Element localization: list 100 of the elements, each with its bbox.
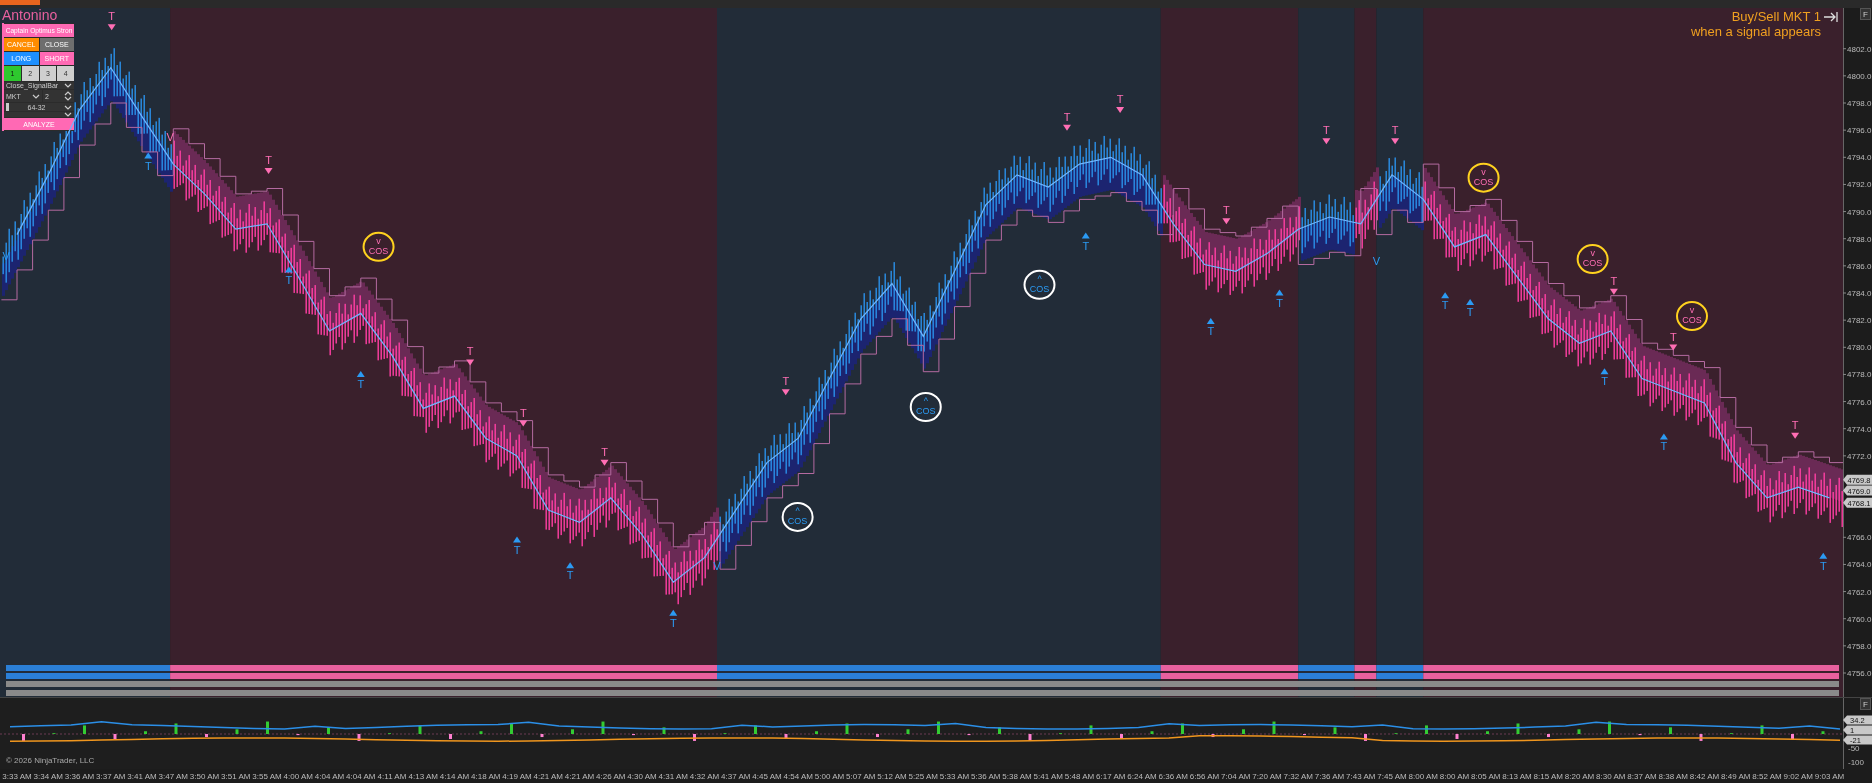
down-triangle-icon	[1116, 107, 1125, 113]
time-label: 7:04 AM	[1221, 772, 1251, 781]
signal-label: T	[265, 154, 272, 167]
time-label: 5:00 AM	[814, 772, 845, 781]
time-label: 8:05 AM	[1471, 772, 1501, 781]
time-label: 7:20 AM	[1252, 772, 1282, 781]
signal-label: T	[1660, 440, 1668, 453]
time-label: 5:36 AM	[971, 772, 1001, 781]
time-label: 8:13 AM	[1502, 772, 1532, 781]
up-triangle-icon	[1275, 289, 1284, 296]
callout-label: COS	[1682, 315, 1702, 326]
time-label: 8:30 AM	[1596, 772, 1626, 781]
hint-line: when a signal appears	[1690, 24, 1821, 39]
axis-label: 4778.0	[1847, 370, 1872, 380]
chevron-down-icon	[32, 93, 40, 99]
time-label: 5:38 AM	[1002, 772, 1032, 781]
axis-label: 4788.0	[1847, 234, 1872, 244]
time-label: 4:21 AM	[533, 772, 563, 781]
up-triangle-icon	[669, 609, 678, 616]
caret-label: ^	[923, 396, 928, 406]
signal-label: V	[1372, 254, 1381, 267]
time-label: 5:33 AM	[939, 772, 970, 781]
up-triangle-icon	[1441, 292, 1450, 299]
caret-label: v	[376, 235, 381, 246]
down-triangle-icon	[1063, 124, 1071, 131]
up-triangle-icon	[356, 371, 365, 377]
down-triangle-icon	[781, 389, 790, 396]
panel-button[interactable]: F	[1860, 8, 1871, 20]
signal-label: V	[2, 250, 10, 263]
time-label: 3:41 AM	[127, 772, 157, 781]
up-triangle-icon	[566, 562, 575, 569]
signal-label: T	[1669, 330, 1677, 343]
up-triangle-icon	[513, 536, 521, 543]
axis-label: 4766.0	[1847, 533, 1872, 543]
axis-label: 4800.0	[1847, 71, 1872, 81]
axis-label: 4756.0	[1847, 669, 1872, 678]
time-label: 3:37 AM	[96, 772, 126, 781]
time-label: 8:15 AM	[1533, 772, 1563, 781]
callout-label: COS	[368, 245, 389, 256]
axis-label: 4786.0	[1847, 261, 1872, 271]
time-label: 8:42 AM	[1689, 772, 1720, 781]
down-triangle-icon	[1222, 218, 1231, 225]
time-label: 3:34 AM	[33, 772, 63, 781]
signal-label: T	[1610, 274, 1618, 287]
axis-label: 4798.0	[1847, 99, 1872, 108]
time-label: 3:47 AM	[158, 772, 188, 781]
time-label: 7:36 AM	[1314, 772, 1345, 781]
signal-label: T	[1391, 124, 1399, 137]
time-label: 8:00 AM	[1439, 772, 1470, 781]
signal-label: T	[1466, 306, 1474, 319]
down-triangle-icon	[1791, 432, 1800, 439]
signal-label: T	[1601, 375, 1608, 388]
down-triangle-icon	[600, 459, 609, 466]
down-triangle-icon	[466, 359, 475, 366]
signal-label: T	[466, 345, 474, 358]
time-label: 6:36 AM	[1158, 772, 1188, 781]
time-label: 3:33 AM	[2, 772, 32, 781]
signal-label: T	[1441, 299, 1449, 312]
empty-dropdown[interactable]	[4, 112, 74, 117]
time-label: 4:26 AM	[596, 772, 626, 781]
time-label: 7:32 AM	[1283, 772, 1313, 781]
down-triangle-icon	[1669, 344, 1678, 351]
axis-label: 4758.0	[1847, 641, 1872, 651]
time-label: 9:03 AM	[1814, 772, 1845, 781]
axis-label: 4796.0	[1847, 126, 1872, 136]
axis-label: 4760.0	[1847, 614, 1872, 624]
time-label: 5:41 AM	[1033, 772, 1063, 781]
axis-label: 4782.0	[1847, 316, 1872, 326]
panel-button[interactable]: F	[1860, 698, 1871, 710]
time-label: 4:30 AM	[627, 772, 657, 781]
down-triangle-icon	[107, 24, 116, 31]
time-label: 8:00 AM	[1408, 772, 1438, 781]
up-triangle-icon	[1600, 368, 1609, 375]
time-label: 8:37 AM	[1627, 772, 1657, 781]
axis-label: 4790.0	[1847, 207, 1872, 217]
chevron-up-icon	[64, 91, 72, 96]
axis-label: 4774.0	[1847, 424, 1872, 434]
up-triangle-icon	[1206, 318, 1215, 325]
signal-label: T	[513, 543, 521, 556]
time-label: 3:55 AM	[252, 772, 282, 781]
callout-label: COS	[1473, 176, 1494, 187]
signal-label: T	[285, 273, 293, 286]
signal-label: T	[601, 445, 608, 458]
signal-label: T	[1063, 110, 1071, 123]
time-label: 4:31 AM	[658, 772, 688, 781]
down-triangle-icon	[264, 168, 273, 175]
axis-label: -50	[1848, 743, 1860, 753]
up-triangle-icon	[1081, 232, 1090, 239]
up-triangle-icon	[1659, 433, 1668, 440]
signal-label: T	[1276, 296, 1283, 309]
axis-label: 4794.0	[1847, 153, 1872, 163]
signal-label: T	[1819, 559, 1827, 572]
up-triangle-icon	[1819, 552, 1828, 559]
signal-label: T	[1207, 325, 1215, 338]
axis-label: 4780.0	[1847, 343, 1872, 353]
signal-label: T	[566, 569, 574, 582]
signal-label: T	[1791, 418, 1799, 431]
callout-label: COS	[1029, 283, 1050, 294]
axis-label: 4792.0	[1847, 180, 1872, 190]
axis-label: 4772.0	[1847, 451, 1872, 461]
